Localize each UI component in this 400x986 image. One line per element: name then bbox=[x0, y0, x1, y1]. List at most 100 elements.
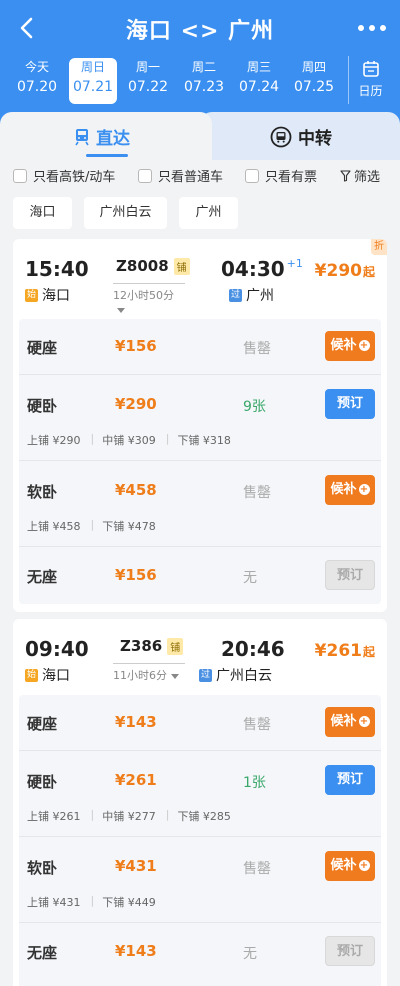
book-button-disabled[interactable]: 预订 bbox=[325, 936, 375, 966]
seat-name: 无座 bbox=[27, 944, 58, 962]
tab-direct[interactable]: 直达 bbox=[0, 112, 212, 160]
station-chip[interactable]: 广州白云 bbox=[84, 197, 167, 229]
train-icon bbox=[75, 128, 89, 145]
arrival-time: 20:46 bbox=[221, 637, 285, 661]
seat-row-hard-seat: 硬座 ¥156 售罄 候补 + bbox=[19, 319, 381, 375]
seat-name: 软卧 bbox=[27, 483, 58, 501]
waitlist-button[interactable]: 候补 + bbox=[325, 851, 375, 881]
train-summary: 15:40 Z8008 铺 12小时50分 04:30 +1 始海口 过广州 ¥29… bbox=[13, 239, 387, 321]
seat-row-soft-sleeper: 软卧 ¥458 售罄 候补 + 上铺 ¥458 | 下铺 ¥478 bbox=[19, 461, 381, 547]
filter-label: 只看普通车 bbox=[158, 170, 224, 185]
departure-time: 15:40 bbox=[25, 257, 89, 281]
seat-name: 软卧 bbox=[27, 859, 58, 877]
more-icon[interactable] bbox=[358, 18, 386, 38]
berth-middle: 中铺 ¥277 bbox=[102, 810, 156, 823]
duration-text: 11小时6分 bbox=[113, 669, 167, 682]
arrival-time-text: 20:46 bbox=[221, 637, 285, 661]
bed-tag: 铺 bbox=[167, 638, 184, 655]
filter-label: 只看有票 bbox=[265, 170, 318, 185]
filter-normal-train[interactable]: 只看普通车 bbox=[138, 166, 223, 185]
calendar-icon bbox=[362, 61, 379, 77]
filter-button[interactable]: 筛选 bbox=[340, 166, 380, 185]
seat-status: 售罄 bbox=[243, 485, 271, 501]
berth-upper: 上铺 ¥290 bbox=[27, 434, 81, 447]
train-number[interactable]: Z8008 铺 bbox=[116, 257, 190, 275]
plus-icon: + bbox=[358, 484, 370, 495]
to-station-name: 广州白云 bbox=[216, 668, 272, 684]
book-button-disabled[interactable]: 预订 bbox=[325, 560, 375, 590]
filter-high-speed[interactable]: 只看高铁/动车 bbox=[13, 166, 115, 185]
date-weekday: 周二 bbox=[191, 60, 216, 74]
berth-lower: 下铺 ¥478 bbox=[102, 520, 156, 533]
date-item[interactable]: 周三 07.24 bbox=[235, 58, 283, 104]
seat-price: ¥431 bbox=[115, 857, 157, 875]
from-station: 始海口 bbox=[25, 285, 70, 305]
plus-icon: + bbox=[358, 860, 370, 871]
seat-list: 硬座 ¥143 售罄 候补 + 硬卧 ¥261 1张 预订 上铺 ¥261 | 中铺… bbox=[19, 695, 381, 986]
berth-upper: 上铺 ¥431 bbox=[27, 896, 81, 909]
date-weekday: 周四 bbox=[301, 60, 326, 74]
seat-price: ¥290 bbox=[115, 395, 157, 413]
checkbox[interactable] bbox=[13, 168, 27, 183]
waitlist-button[interactable]: 候补 + bbox=[325, 707, 375, 737]
train-card[interactable]: 09:40 Z386 铺 11小时6分 20:46 始海口 过广州白云 ¥261起… bbox=[13, 619, 387, 986]
date-item[interactable]: 周四 07.25 bbox=[290, 58, 338, 104]
berth-lower: 下铺 ¥318 bbox=[177, 434, 231, 447]
train-card[interactable]: 15:40 Z8008 铺 12小时50分 04:30 +1 始海口 过广州 ¥29… bbox=[13, 239, 387, 612]
tab-transfer-label: 中转 bbox=[298, 129, 332, 149]
from-station-name: 海口 bbox=[42, 288, 70, 304]
seat-status: 售罄 bbox=[243, 861, 271, 877]
waitlist-button[interactable]: 候补 + bbox=[325, 475, 375, 505]
date-selector: 今天 07.20 周日 07.21 周一 07.22 周二 07.23 周三 0… bbox=[0, 56, 400, 106]
seat-row-hard-seat: 硬座 ¥143 售罄 候补 + bbox=[19, 695, 381, 751]
book-button[interactable]: 预订 bbox=[325, 389, 375, 419]
seat-price: ¥143 bbox=[115, 942, 157, 960]
lowest-price: ¥290起 bbox=[315, 261, 375, 281]
to-station: 过广州白云 bbox=[199, 665, 272, 685]
waitlist-button[interactable]: 候补 + bbox=[325, 331, 375, 361]
date-item[interactable]: 周一 07.22 bbox=[124, 58, 172, 104]
seat-name: 硬座 bbox=[27, 339, 58, 357]
button-label: 候补 bbox=[330, 714, 357, 729]
next-day-badge: +1 bbox=[286, 257, 303, 270]
train-number[interactable]: Z386 铺 bbox=[120, 637, 184, 655]
berth-prices: 上铺 ¥261 | 中铺 ¥277 | 下铺 ¥285 bbox=[27, 808, 241, 824]
date-value: 07.25 bbox=[293, 79, 335, 95]
filter-row: 只看高铁/动车 只看普通车 只看有票 筛选 bbox=[0, 166, 400, 188]
to-station-name: 广州 bbox=[246, 288, 274, 304]
berth-lower: 下铺 ¥285 bbox=[177, 810, 231, 823]
tab-transfer[interactable]: 中转 bbox=[200, 112, 400, 160]
berth-upper: 上铺 ¥458 bbox=[27, 520, 81, 533]
dropdown-icon bbox=[117, 307, 125, 313]
dropdown-icon bbox=[171, 673, 179, 679]
station-chip[interactable]: 广州 bbox=[179, 197, 238, 229]
date-item[interactable]: 今天 07.20 bbox=[13, 58, 61, 104]
pass-badge: 过 bbox=[199, 668, 212, 682]
seat-price: ¥458 bbox=[115, 481, 157, 499]
checkbox[interactable] bbox=[245, 168, 259, 183]
checkbox[interactable] bbox=[138, 168, 152, 183]
button-label: 候补 bbox=[330, 338, 357, 353]
lowest-price: ¥261起 bbox=[315, 641, 375, 661]
station-chip[interactable]: 海口 bbox=[13, 197, 72, 229]
seat-price: ¥156 bbox=[115, 566, 157, 584]
arrival-time: 04:30 +1 bbox=[221, 257, 303, 281]
date-item-selected[interactable]: 周日 07.21 bbox=[69, 58, 117, 104]
seat-price: ¥261 bbox=[115, 771, 157, 789]
filter-available-only[interactable]: 只看有票 bbox=[245, 166, 317, 185]
seat-name: 硬卧 bbox=[27, 397, 58, 415]
discount-badge: 折 bbox=[371, 239, 387, 255]
berth-prices: 上铺 ¥431 | 下铺 ¥449 bbox=[27, 894, 166, 910]
book-button[interactable]: 预订 bbox=[325, 765, 375, 795]
seat-name: 硬卧 bbox=[27, 773, 58, 791]
calendar-button[interactable]: 日历 bbox=[348, 56, 392, 104]
duration: 12小时50分 bbox=[113, 283, 185, 316]
from-station-name: 海口 bbox=[42, 668, 70, 684]
date-item[interactable]: 周二 07.23 bbox=[180, 58, 228, 104]
tab-direct-label: 直达 bbox=[96, 129, 130, 149]
calendar-label: 日历 bbox=[358, 84, 383, 98]
seat-price: ¥143 bbox=[115, 713, 157, 731]
seat-list: 硬座 ¥156 售罄 候补 + 硬卧 ¥290 9张 预订 上铺 ¥290 | 中铺… bbox=[19, 319, 381, 604]
bus-icon bbox=[270, 126, 292, 147]
seat-row-hard-sleeper: 硬卧 ¥261 1张 预订 上铺 ¥261 | 中铺 ¥277 | 下铺 ¥285 bbox=[19, 751, 381, 837]
